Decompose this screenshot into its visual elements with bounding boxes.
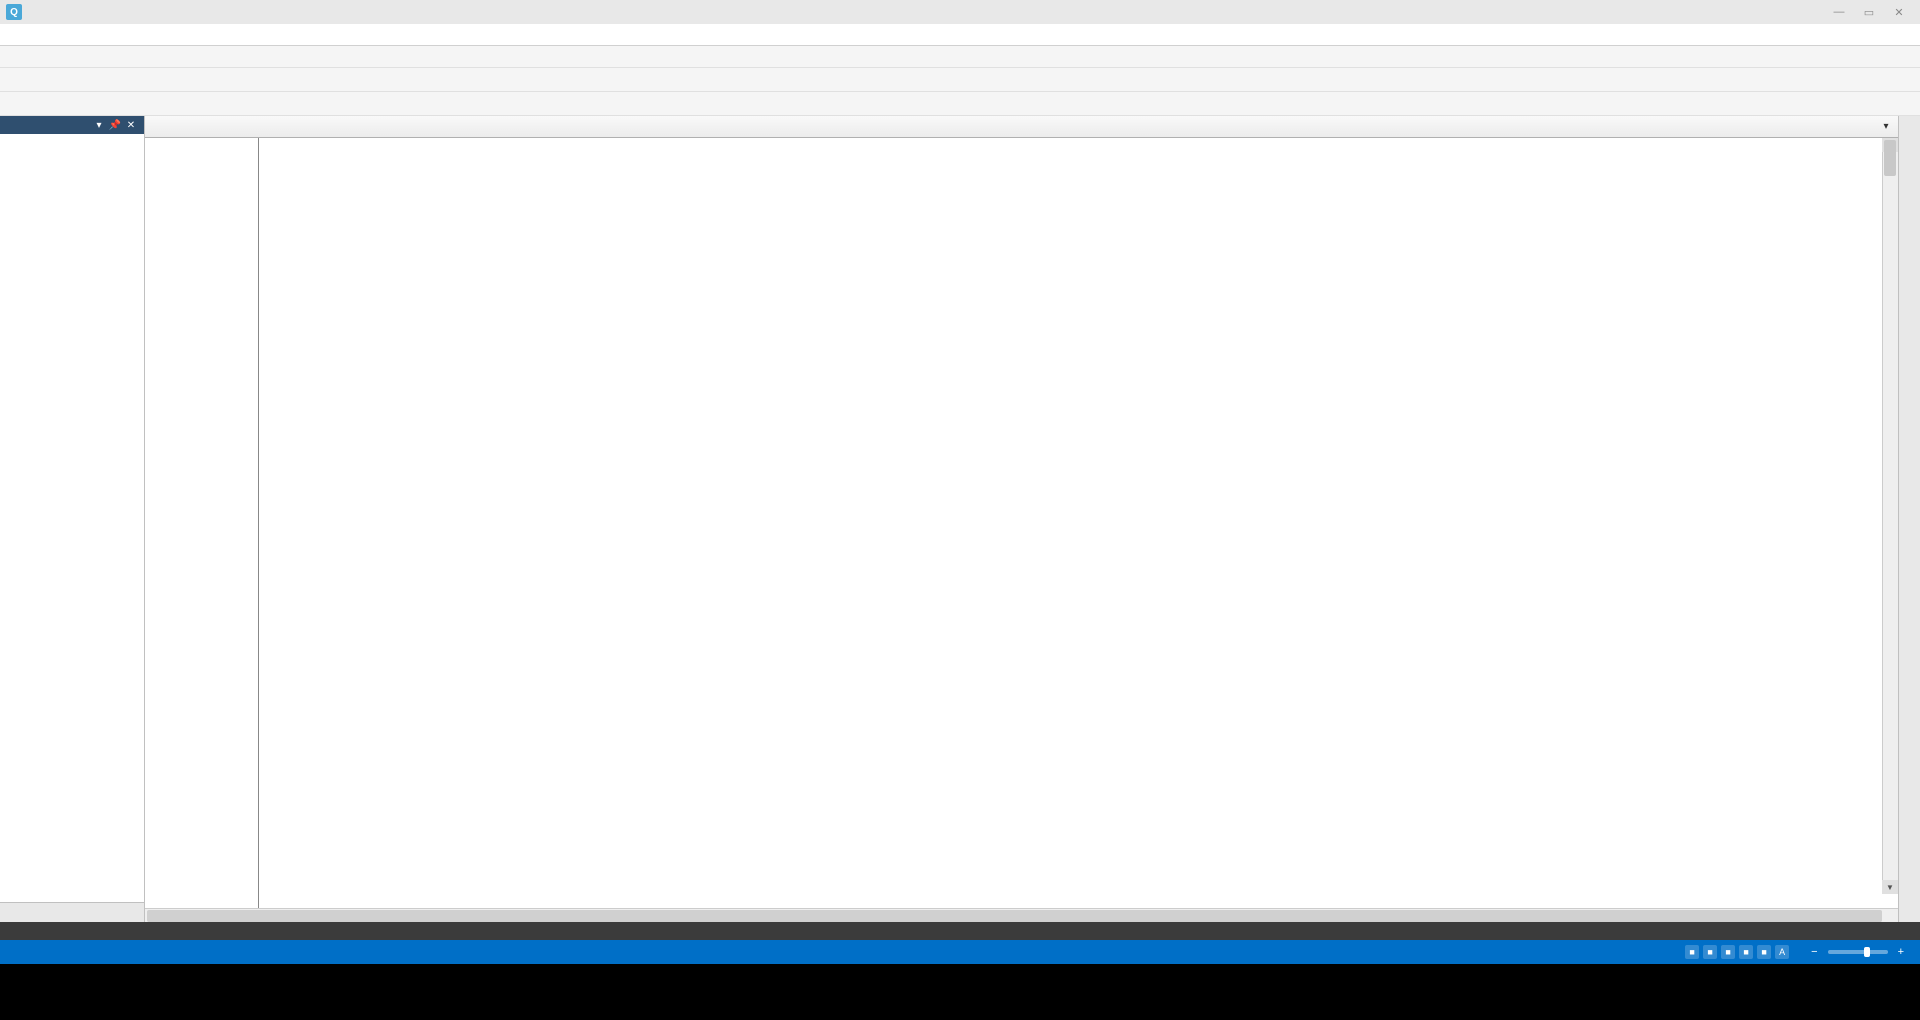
app-icon: Q	[6, 4, 22, 20]
panel-pin-icon[interactable]: 📌	[108, 118, 122, 132]
status-icons: ■ ■ ■ ■ ■ A	[1685, 945, 1789, 959]
close-button[interactable]: ✕	[1884, 2, 1914, 22]
right-side-tabs	[1898, 116, 1920, 922]
minimize-button[interactable]: —	[1824, 2, 1854, 22]
status-icon[interactable]: A	[1775, 945, 1789, 959]
left-bottom-tabs	[0, 902, 144, 922]
status-icon[interactable]: ■	[1685, 945, 1699, 959]
status-icon[interactable]: ■	[1703, 945, 1717, 959]
project-panel: ▾ 📌 ✕	[0, 116, 145, 922]
toolbar-2	[0, 68, 1920, 92]
ladder-rungs[interactable]	[259, 138, 1898, 908]
status-bar: ■ ■ ■ ■ ■ A − +	[0, 940, 1920, 964]
tabs-dropdown[interactable]: ▾	[1878, 118, 1894, 134]
ladder-gutter	[145, 138, 259, 908]
toolbar-1	[0, 46, 1920, 68]
project-panel-header: ▾ 📌 ✕	[0, 116, 144, 134]
panel-pin-button[interactable]: ▾	[92, 118, 106, 132]
hscroll-thumb[interactable]	[147, 910, 1882, 922]
maximize-button[interactable]: ▭	[1854, 2, 1884, 22]
status-icon[interactable]: ■	[1721, 945, 1735, 959]
main-area: ▾ 📌 ✕ ▾ ▲ ▼	[0, 116, 1920, 922]
toolbars	[0, 46, 1920, 116]
zoom-out-button[interactable]: −	[1801, 946, 1827, 958]
vertical-scrollbar[interactable]: ▲ ▼	[1882, 138, 1898, 894]
scroll-thumb[interactable]	[1884, 140, 1896, 176]
title-bar: Q — ▭ ✕	[0, 0, 1920, 24]
horizontal-scrollbar[interactable]	[145, 908, 1898, 922]
menu-bar	[0, 24, 1920, 46]
zoom-slider[interactable]	[1828, 950, 1888, 954]
status-icon[interactable]: ■	[1739, 945, 1753, 959]
zoom-in-button[interactable]: +	[1888, 946, 1914, 958]
bottom-tab-strip	[0, 922, 1920, 940]
footer-fill	[0, 964, 1920, 1020]
editor-area: ▾ ▲ ▼	[145, 116, 1898, 922]
toolbar-3	[0, 92, 1920, 116]
panel-close-button[interactable]: ✕	[124, 118, 138, 132]
editor-tabs: ▾	[145, 116, 1898, 138]
ladder-editor[interactable]: ▲ ▼	[145, 138, 1898, 908]
status-icon[interactable]: ■	[1757, 945, 1771, 959]
scroll-down-button[interactable]: ▼	[1882, 880, 1898, 894]
project-tree[interactable]	[0, 134, 144, 902]
